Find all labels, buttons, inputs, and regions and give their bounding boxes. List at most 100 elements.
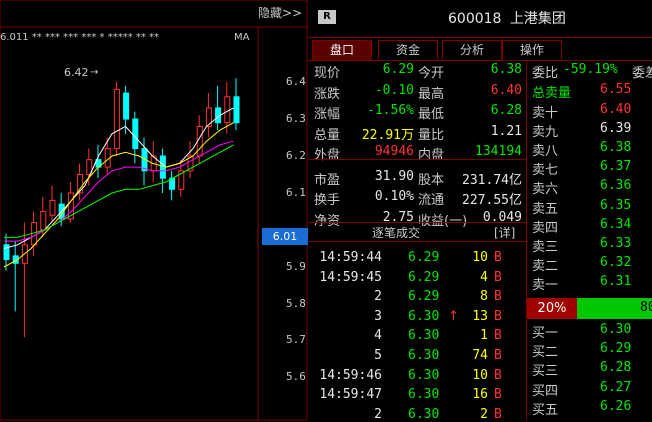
quote-label: 今开	[418, 66, 445, 81]
quote-label: 涨幅	[314, 107, 341, 122]
quote-value: 31.90	[374, 168, 414, 184]
quote-label: 收益(一)	[418, 213, 468, 229]
trade-flag: B	[494, 387, 502, 403]
quote-value: 134194	[475, 144, 522, 159]
tab-1[interactable]: 资金	[378, 40, 438, 61]
stock-code: 600018	[448, 11, 502, 27]
trade-price: 6.29	[408, 289, 440, 305]
ma-indicator-text: 6.011 ** *** *** *** * ***** ** **	[0, 32, 160, 43]
trade-volume: 10	[472, 250, 488, 265]
trade-price: 6.30	[408, 387, 440, 403]
trade-time: 5	[374, 348, 382, 363]
sell-level-label: 卖十	[532, 106, 559, 121]
quote-label: 总量	[314, 127, 341, 143]
weicha-label: 委差	[632, 66, 652, 81]
trade-price: 6.30	[408, 367, 440, 383]
trade-time: 3	[374, 308, 382, 324]
tab-2[interactable]: 分析	[442, 40, 502, 61]
quote-value: 6.28	[490, 103, 522, 118]
quote-value: 6.29	[382, 62, 414, 77]
trade-flag: B	[494, 348, 502, 363]
r-badge: R	[318, 10, 336, 24]
trade-time: 14:59:44	[319, 250, 382, 265]
current-price-flag: 6.01	[262, 228, 308, 245]
quote-label: 净资	[314, 213, 341, 229]
buy-level-price[interactable]: 6.28	[600, 360, 631, 375]
buy-level-label: 买三	[532, 364, 559, 380]
price-axis-tick: 6.1	[286, 186, 306, 199]
sell-level-price[interactable]: 6.36	[600, 178, 631, 193]
candle-body	[40, 211, 47, 231]
trade-flag: B	[494, 250, 502, 265]
price-axis-tick: 6.3	[286, 112, 306, 125]
candle-body	[113, 88, 120, 150]
price-axis-tick: 5.8	[286, 297, 306, 310]
stock-title: 600018 上港集团	[448, 8, 566, 28]
sell-level-price[interactable]: 6.35	[600, 198, 631, 213]
trade-time: 14:59:45	[319, 269, 382, 285]
trade-time: 14:59:46	[319, 367, 382, 383]
quote-label: 最高	[418, 86, 445, 102]
trade-volume: 10	[472, 367, 488, 383]
quote-label: 涨跌	[314, 86, 341, 102]
max-price-marker: 6.42	[64, 66, 89, 79]
candle-body	[123, 92, 130, 120]
sell-level-price[interactable]: 6.34	[600, 217, 631, 232]
sell-level-price[interactable]: 6.37	[600, 159, 631, 174]
trade-flag: B	[494, 328, 502, 344]
trade-price: 6.30	[408, 348, 440, 363]
quote-value: -1.56%	[367, 103, 414, 118]
tab-0[interactable]: 盘口	[312, 40, 372, 61]
trade-flag: B	[494, 406, 502, 422]
hide-panel-button[interactable]: 隐藏>>	[258, 4, 306, 20]
ratio-left-box: 20%	[527, 298, 577, 319]
sell-level-price[interactable]: 6.38	[600, 140, 631, 155]
sell-level-label: 卖六	[532, 182, 559, 198]
quote-label: 市盈	[314, 172, 341, 188]
trade-arrow: ↑	[448, 308, 459, 324]
quote-label: 换手	[314, 193, 341, 208]
buy-level-price[interactable]: 6.29	[600, 341, 631, 356]
sell-level-price[interactable]: 6.40	[600, 102, 631, 117]
sell-level-label: 卖四	[532, 220, 559, 236]
trade-time: 2	[374, 289, 382, 305]
trade-price: 6.29	[408, 269, 440, 285]
quote-label: 现价	[314, 66, 341, 81]
sell-level-price[interactable]: 6.32	[600, 255, 631, 270]
trade-volume: 2	[480, 406, 488, 422]
quote-value: 6.38	[490, 62, 522, 77]
trade-volume: 13	[472, 308, 488, 324]
quote-label: 股本	[418, 172, 445, 188]
sell-level-label: 卖八	[532, 144, 559, 160]
trades-detail-button[interactable]: [详]	[494, 224, 515, 241]
trade-time: 2	[374, 406, 382, 422]
quote-value: 6.40	[490, 82, 522, 98]
buy-level-price[interactable]: 6.27	[600, 380, 631, 395]
kline-chart[interactable]: → 隐藏>> 6.011 ** *** *** *** * ***** ** *…	[0, 0, 308, 421]
trade-flag: B	[494, 289, 502, 305]
quote-value: 227.55亿	[462, 193, 522, 208]
sell-level-label: 卖九	[532, 125, 559, 141]
tab-3[interactable]: 操作	[502, 40, 562, 61]
trade-volume: 74	[472, 348, 488, 363]
trades-title: 逐笔成交	[372, 226, 421, 240]
price-axis-tick: 6.2	[286, 149, 306, 162]
price-axis-tick: 5.9	[286, 260, 306, 273]
price-axis-tick: 6.4	[286, 75, 306, 88]
sell-level-price[interactable]: 6.39	[600, 121, 631, 136]
trade-price: 6.29	[408, 250, 440, 265]
ratio-right-value: 80	[640, 300, 652, 315]
trade-time: 14:59:47	[319, 387, 382, 403]
stock-name: 上港集团	[509, 11, 566, 27]
trade-price: 6.30	[408, 406, 440, 422]
trade-time: 4	[374, 328, 382, 344]
sell-level-price[interactable]: 6.31	[600, 274, 631, 289]
sell-level-price[interactable]: 6.33	[600, 236, 631, 251]
trade-volume: 8	[480, 289, 488, 305]
quote-label: 内盘	[418, 148, 445, 163]
kline-svg[interactable]: →	[0, 0, 308, 421]
buy-level-price[interactable]: 6.30	[600, 322, 631, 337]
candle-body	[132, 118, 139, 150]
weibi-value: -59.19%	[563, 62, 618, 77]
buy-level-price[interactable]: 6.26	[600, 399, 631, 414]
